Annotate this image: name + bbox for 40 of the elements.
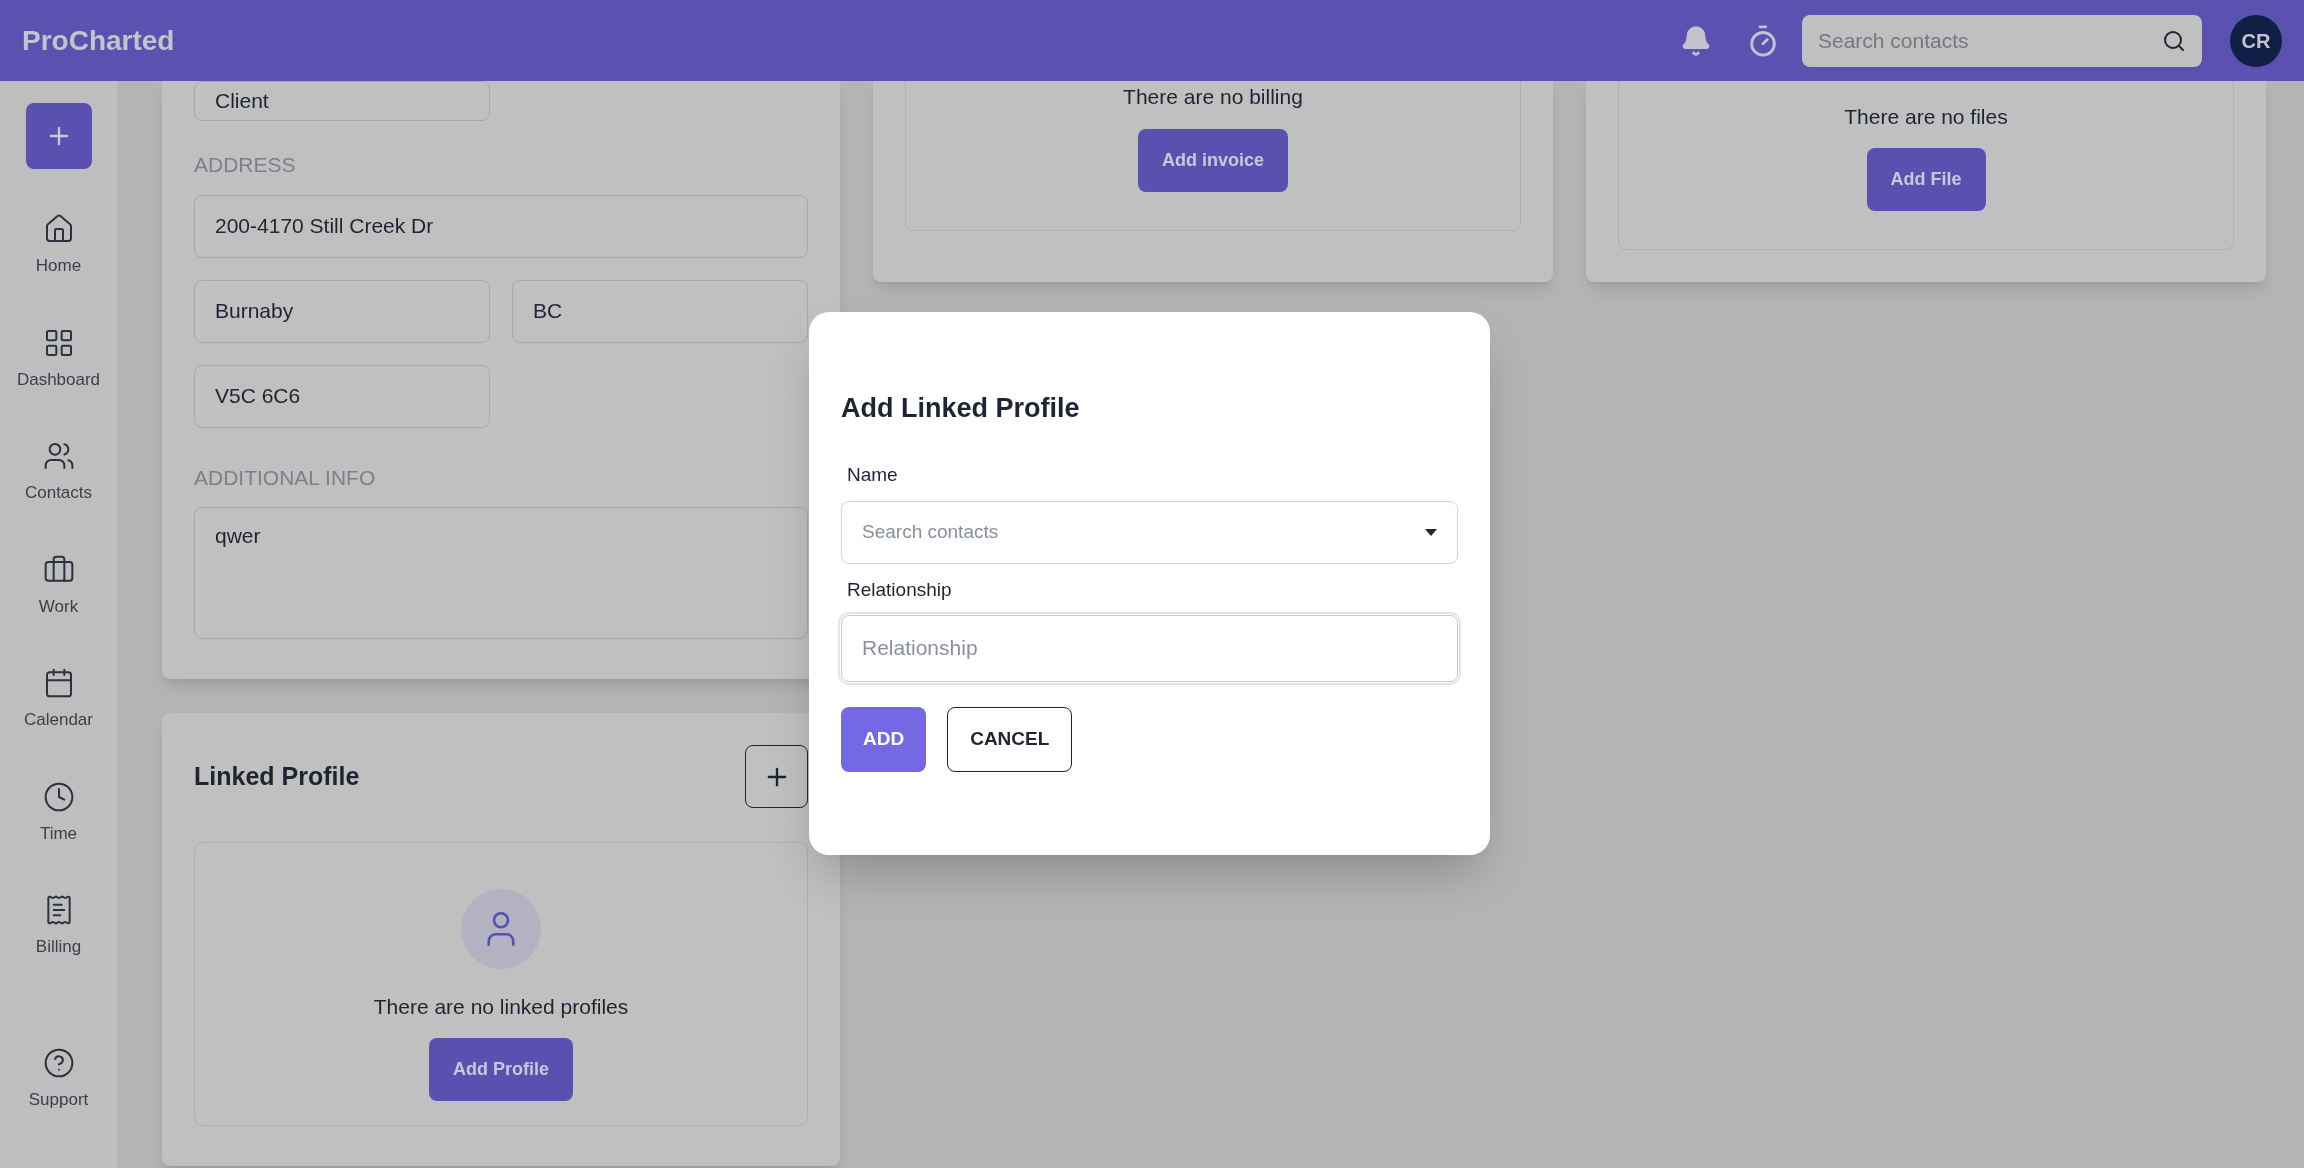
user-avatar[interactable]: CR	[2230, 14, 2282, 67]
sidebar-item[interactable]: Home	[8, 201, 109, 291]
sidebar-item[interactable]: Support	[8, 1034, 109, 1124]
empty-message: There are no linked profiles	[373, 993, 629, 1020]
sidebar-item[interactable]: Time	[8, 768, 109, 858]
support-icon	[42, 1046, 75, 1079]
text-field[interactable]: BC	[512, 279, 808, 343]
empty-message: There are no billing	[1123, 84, 1303, 110]
add-button[interactable]: Add invoice	[1138, 128, 1288, 192]
search-icon[interactable]	[2162, 28, 2186, 53]
add-linked-profile-button[interactable]	[745, 745, 808, 808]
field-label: Name	[847, 462, 899, 487]
text-field[interactable]: V5C 6C6	[194, 364, 490, 428]
contacts-icon	[42, 440, 75, 472]
type-select[interactable]: Client	[194, 81, 490, 121]
contact-select[interactable]: Search contacts	[841, 501, 1458, 564]
text-field[interactable]: 200-4170 Still Creek Dr	[194, 194, 808, 258]
sidebar-item[interactable]: Dashboard	[8, 314, 109, 404]
new-item-button[interactable]	[25, 103, 92, 169]
notification-bell-icon[interactable]	[1680, 24, 1712, 57]
sidebar-item[interactable]: Contacts	[8, 428, 109, 518]
text-area[interactable]: qwer	[194, 507, 808, 639]
dropdown-caret-icon	[1425, 529, 1437, 536]
field-label: Relationship	[847, 578, 953, 602]
sidebar-item[interactable]: Calendar	[8, 655, 109, 745]
sidebar-item[interactable]: Billing	[8, 882, 109, 972]
dialog-title: Add Linked Profile	[841, 392, 1081, 425]
cancel-button[interactable]: CANCEL	[947, 706, 1073, 772]
text-field[interactable]: Burnaby	[194, 279, 490, 343]
sidebar-item[interactable]: Work	[8, 541, 109, 631]
card-title: Linked Profile	[194, 760, 360, 792]
add-button[interactable]: ADD	[841, 706, 927, 772]
add-button[interactable]: Add Profile	[429, 1038, 573, 1101]
add-button[interactable]: Add File	[1866, 148, 1986, 211]
app-logo[interactable]: ProCharted	[22, 19, 175, 62]
time-icon	[42, 780, 75, 813]
section-label: ADDITIONAL INFO	[194, 464, 377, 491]
relationship-field[interactable]: Relationship	[841, 614, 1458, 682]
empty-message: There are no files	[1844, 103, 2008, 130]
section-label: ADDRESS	[194, 152, 297, 178]
